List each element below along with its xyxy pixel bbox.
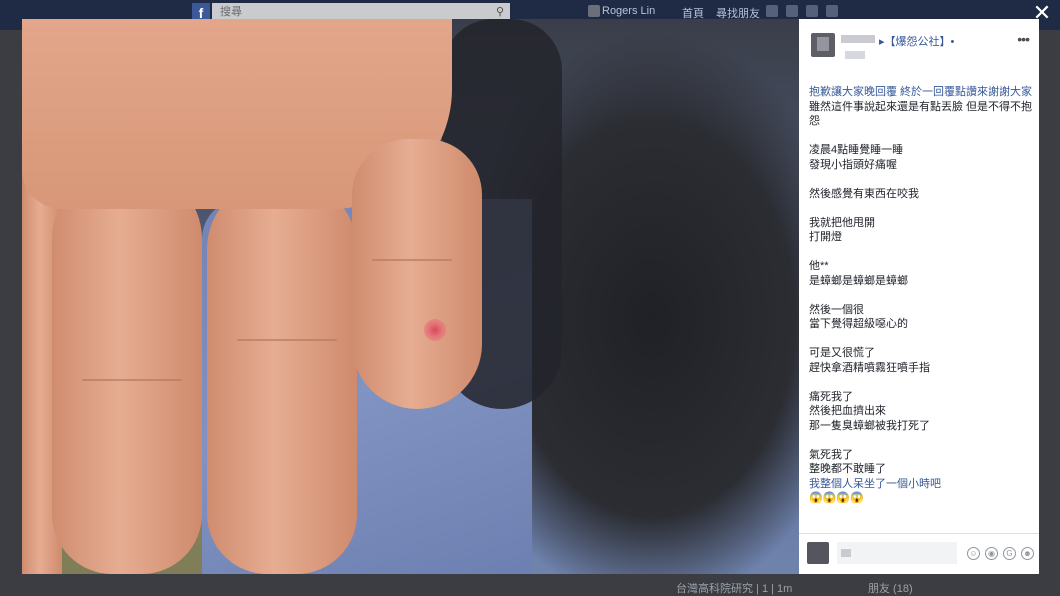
more-options-button[interactable]: ••• bbox=[1017, 31, 1030, 47]
post-text-line: 然後一個很 bbox=[809, 303, 864, 316]
post-text-line: 可是又很慌了 bbox=[809, 347, 875, 359]
post-text-line: 是蟑螂是蟑螂是蟑螂 bbox=[809, 274, 908, 287]
post-text-line: 凌晨4點睡覺睡一睡 bbox=[809, 144, 904, 156]
user-name-link[interactable]: Rogers Lin bbox=[602, 5, 655, 17]
photo-finger bbox=[52, 169, 202, 574]
photo-knuckle-crease bbox=[372, 259, 452, 261]
messages-icon[interactable] bbox=[786, 5, 798, 17]
post-text: 抱歉讓大家晚回覆 終於一回覆點讚來謝謝大家雖然這件事說起來還是有點丟臉 但是不得… bbox=[809, 85, 1033, 506]
post-text-line bbox=[809, 433, 1033, 448]
post-text-line: 整晚都不敢睡了 bbox=[809, 463, 886, 475]
post-text-line: 趕快拿酒精噴霧狂噴手指 bbox=[809, 361, 930, 374]
photo-pinky-finger bbox=[352, 139, 482, 409]
background-text-mid: 台灣高科院研究 | 1 | 1m bbox=[676, 583, 793, 595]
post-text-line: 雖然這件事說起來還是有點丟臉 但是不得不抱怨 bbox=[809, 100, 1033, 128]
author-name-redacted[interactable] bbox=[841, 35, 875, 43]
post-text-line: 然後把血擠出來 bbox=[809, 405, 886, 417]
post-text-line: 我整個人呆坐了一個小時吧 bbox=[809, 477, 941, 490]
post-text-line: 痛死我了 bbox=[809, 390, 853, 403]
photo-finger bbox=[207, 179, 357, 574]
author-avatar[interactable] bbox=[811, 33, 835, 57]
post-text-line: 我就把他甩開 bbox=[809, 216, 875, 229]
user-avatar-small[interactable] bbox=[588, 5, 600, 17]
comment-input[interactable] bbox=[837, 542, 957, 564]
post-text-line bbox=[809, 332, 1033, 347]
sticker-icon[interactable]: ☻ bbox=[1021, 547, 1034, 560]
post-text-line bbox=[809, 129, 1033, 144]
notifications-icon[interactable] bbox=[806, 5, 818, 17]
post-text-line bbox=[809, 172, 1033, 187]
friend-requests-icon[interactable] bbox=[766, 5, 778, 17]
help-icon[interactable] bbox=[826, 5, 838, 17]
post-text-line: 打開燈 bbox=[809, 231, 842, 243]
camera-icon[interactable]: ◉ bbox=[985, 547, 998, 560]
gif-icon[interactable]: G bbox=[1003, 547, 1016, 560]
post-text-line bbox=[809, 201, 1033, 216]
post-photo[interactable] bbox=[22, 19, 799, 574]
post-text-line: 他** bbox=[809, 260, 829, 272]
search-placeholder: 搜尋 bbox=[220, 6, 242, 18]
post-text-line: 當下覺得超級噁心的 bbox=[809, 318, 908, 330]
post-text-line: 那一隻臭蟑螂被我打死了 bbox=[809, 419, 930, 432]
group-name-link[interactable]: ▸【爆怨公社】• bbox=[879, 33, 954, 49]
post-text-line: 發現小指頭好痛喔 bbox=[809, 158, 897, 171]
post-time-redacted[interactable] bbox=[845, 51, 865, 59]
post-header: ▸【爆怨公社】• ••• bbox=[799, 19, 1039, 59]
photo-knuckle-crease bbox=[237, 339, 337, 341]
comment-composer: ☺ ◉ G ☻ bbox=[799, 533, 1039, 574]
post-text-line: 😱😱😱😱 bbox=[809, 492, 864, 504]
post-side-panel: ▸【爆怨公社】• ••• 抱歉讓大家晚回覆 終於一回覆點讚來謝謝大家雖然這件事說… bbox=[799, 19, 1039, 574]
background-text-right: 朋友 (18) bbox=[868, 583, 913, 595]
comment-name-redacted bbox=[841, 549, 851, 557]
post-text-line: 抱歉讓大家晚回覆 終於一回覆點讚來謝謝大家 bbox=[809, 86, 1033, 98]
post-text-line bbox=[809, 375, 1033, 390]
post-text-line: 氣死我了 bbox=[809, 448, 853, 461]
photo-knuckle-crease bbox=[82, 379, 182, 381]
post-text-line bbox=[809, 288, 1033, 303]
emoji-icon[interactable]: ☺ bbox=[967, 547, 980, 560]
photo-bite-wound bbox=[424, 319, 446, 341]
commenter-avatar bbox=[807, 542, 829, 564]
post-text-line: 然後感覺有東西在咬我 bbox=[809, 187, 919, 200]
post-text-line bbox=[809, 245, 1033, 260]
